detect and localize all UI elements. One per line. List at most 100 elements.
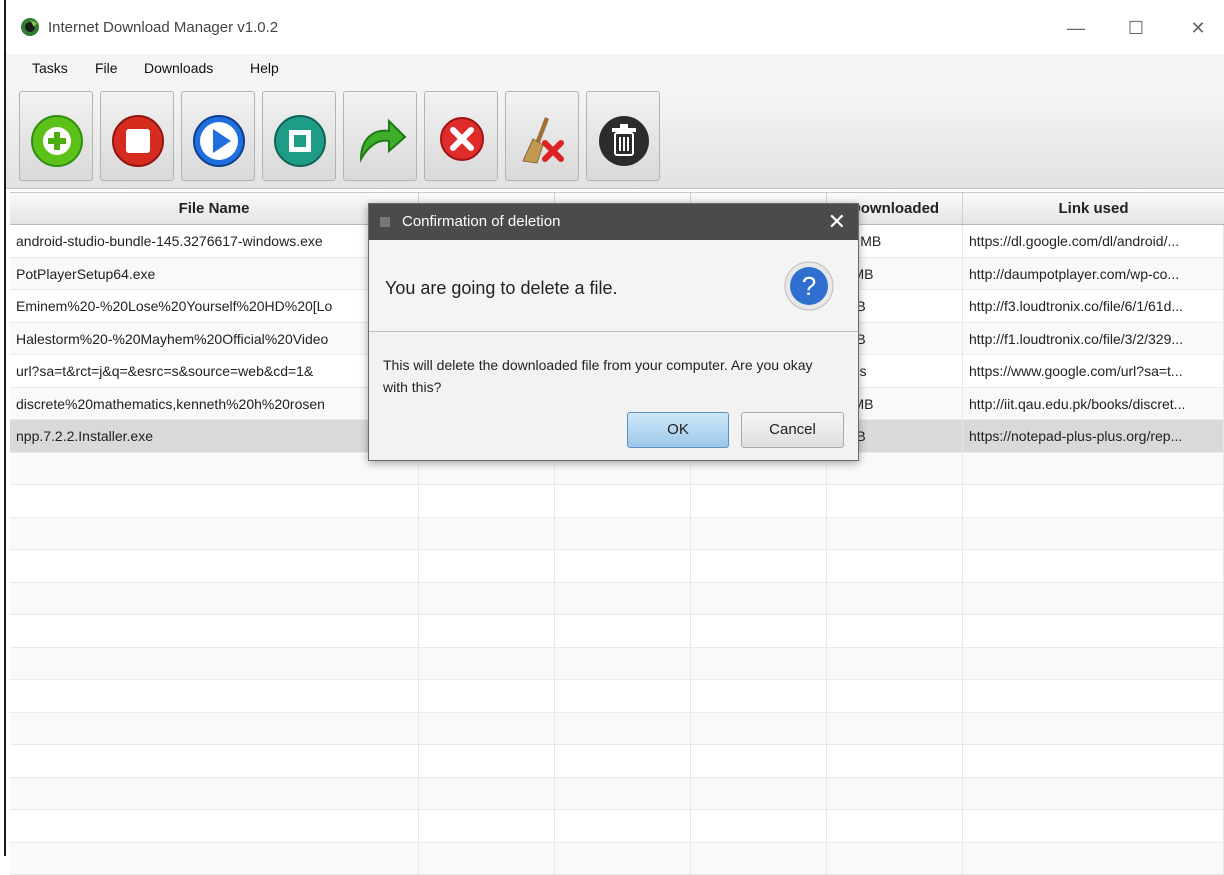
cell-2 <box>419 680 555 712</box>
cell-3 <box>555 485 691 517</box>
cell-4 <box>691 778 827 810</box>
cell-downloaded <box>827 778 963 810</box>
cancel-button[interactable]: Cancel <box>741 412 844 448</box>
cell-link <box>963 713 1224 745</box>
cell-4 <box>691 550 827 582</box>
app-logo-icon <box>20 17 40 37</box>
menu-downloads[interactable]: Downloads <box>144 60 213 76</box>
trash-button[interactable] <box>586 91 660 181</box>
cell-file-name: npp.7.2.2.Installer.exe <box>10 420 419 452</box>
cell-3 <box>555 615 691 647</box>
dialog-header: You are going to delete a file. ? <box>369 240 858 332</box>
question-icon: ? <box>783 260 835 312</box>
cell-file-name <box>10 518 419 550</box>
cell-link: https://www.google.com/url?sa=t... <box>963 355 1224 387</box>
cell-2 <box>419 778 555 810</box>
menu-tasks[interactable]: Tasks <box>32 60 68 76</box>
cell-3 <box>555 745 691 777</box>
dialog-title: Confirmation of deletion <box>402 213 560 230</box>
redo-arrow-icon <box>353 113 409 169</box>
cell-link: http://f3.loudtronix.co/file/6/1/61d... <box>963 290 1224 322</box>
cell-file-name <box>10 713 419 745</box>
add-download-button[interactable] <box>19 91 93 181</box>
cell-link: https://dl.google.com/dl/android/... <box>963 225 1224 257</box>
cell-2 <box>419 745 555 777</box>
title-bar: Internet Download Manager v1.0.2 — ☐ ✕ <box>6 0 1224 54</box>
cell-2 <box>419 583 555 615</box>
cell-4 <box>691 518 827 550</box>
window-close-button[interactable]: ✕ <box>1178 14 1218 42</box>
column-header-file-name[interactable]: File Name <box>10 193 419 224</box>
dialog-close-button[interactable]: ✕ <box>828 209 846 235</box>
confirm-delete-dialog: Confirmation of deletion ✕ You are going… <box>368 203 859 461</box>
cell-downloaded <box>827 550 963 582</box>
cell-4 <box>691 745 827 777</box>
cell-3 <box>555 550 691 582</box>
pause-button[interactable] <box>262 91 336 181</box>
cell-downloaded <box>827 648 963 680</box>
empty-row <box>10 745 1224 778</box>
clear-button[interactable] <box>505 91 579 181</box>
cell-file-name: url?sa=t&rct=j&q=&esrc=s&source=web&cd=1… <box>10 355 419 387</box>
minimize-button[interactable]: — <box>1056 14 1096 42</box>
play-icon <box>191 113 247 169</box>
cell-4 <box>691 648 827 680</box>
cell-link <box>963 518 1224 550</box>
empty-row <box>10 550 1224 583</box>
cell-2 <box>419 550 555 582</box>
cell-link <box>963 680 1224 712</box>
cell-3 <box>555 583 691 615</box>
cell-file-name: discrete%20mathematics,kenneth%20h%20ros… <box>10 388 419 420</box>
cell-link <box>963 745 1224 777</box>
cell-3 <box>555 713 691 745</box>
maximize-button[interactable]: ☐ <box>1116 14 1156 42</box>
cell-downloaded <box>827 680 963 712</box>
cell-downloaded <box>827 518 963 550</box>
cell-3 <box>555 518 691 550</box>
menu-help[interactable]: Help <box>250 60 279 76</box>
question-mark: ? <box>802 271 816 301</box>
column-header-link-used[interactable]: Link used <box>963 193 1224 224</box>
cell-link <box>963 485 1224 517</box>
cell-downloaded <box>827 810 963 842</box>
broom-icon <box>515 113 571 169</box>
cell-3 <box>555 778 691 810</box>
redo-button[interactable] <box>343 91 417 181</box>
resume-button[interactable] <box>181 91 255 181</box>
cell-downloaded <box>827 485 963 517</box>
empty-row <box>10 713 1224 746</box>
dialog-title-bar: Confirmation of deletion ✕ <box>369 204 858 240</box>
cell-link <box>963 615 1224 647</box>
cell-file-name <box>10 843 419 875</box>
cell-file-name <box>10 778 419 810</box>
cell-link: http://iit.qau.edu.pk/books/discret... <box>963 388 1224 420</box>
dialog-header-text: You are going to delete a file. <box>385 278 618 299</box>
cell-4 <box>691 713 827 745</box>
cell-file-name <box>10 615 419 647</box>
delete-button[interactable] <box>424 91 498 181</box>
stop-icon <box>110 113 166 169</box>
cell-4 <box>691 583 827 615</box>
cell-file-name: PotPlayerSetup64.exe <box>10 258 419 290</box>
cell-2 <box>419 518 555 550</box>
cell-link <box>963 648 1224 680</box>
window-title: Internet Download Manager v1.0.2 <box>48 19 278 36</box>
stop-square-icon <box>272 113 328 169</box>
dialog-app-icon <box>379 216 391 228</box>
cell-3 <box>555 810 691 842</box>
cell-link: http://f1.loudtronix.co/file/3/2/329... <box>963 323 1224 355</box>
cell-link <box>963 843 1224 875</box>
cell-file-name <box>10 648 419 680</box>
cell-2 <box>419 648 555 680</box>
menu-file[interactable]: File <box>95 60 118 76</box>
stop-button[interactable] <box>100 91 174 181</box>
empty-row <box>10 648 1224 681</box>
empty-row <box>10 810 1224 843</box>
cell-4 <box>691 680 827 712</box>
cell-link <box>963 583 1224 615</box>
cell-downloaded <box>827 713 963 745</box>
empty-row <box>10 778 1224 811</box>
cell-downloaded <box>827 745 963 777</box>
empty-row <box>10 485 1224 518</box>
ok-button[interactable]: OK <box>627 412 729 448</box>
